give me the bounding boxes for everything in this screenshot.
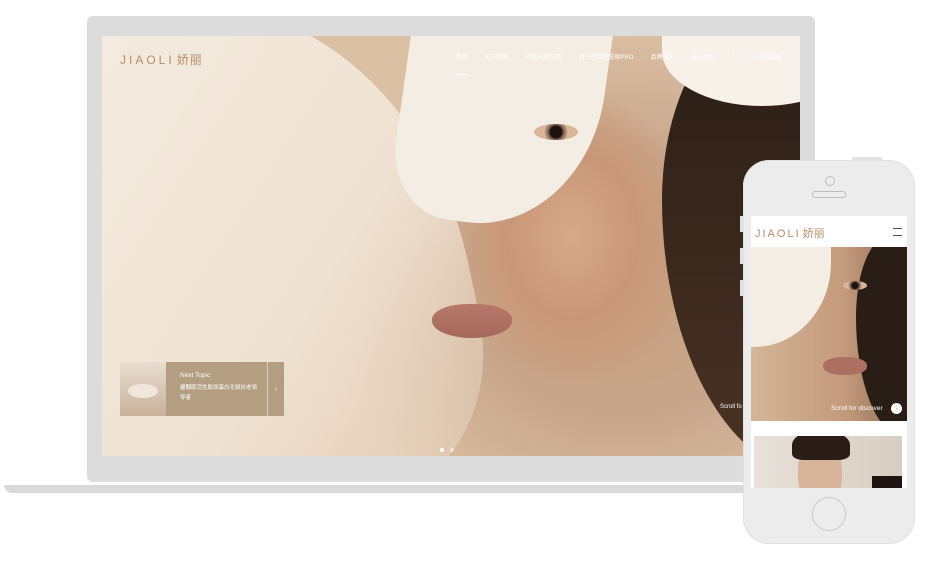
camera-icon (825, 176, 835, 186)
next-topic-arrow-icon[interactable]: › (267, 362, 284, 416)
hero-eye (534, 124, 578, 140)
hero-lips (432, 304, 512, 338)
next-topic-body: Next Topic 握翻版活性胶原蛋白无损抗老领导者 › (166, 362, 284, 416)
scroll-hint: Scroll fo (720, 404, 742, 410)
nav-item-news[interactable]: 品牌资讯 (650, 52, 674, 61)
mobile-hero-hair (856, 247, 907, 421)
mobile-hero-eye (843, 281, 867, 290)
online-store-label: 在线商城 (757, 55, 782, 61)
speaker-grille (812, 191, 846, 198)
brand-cn: 娇丽 (176, 53, 203, 67)
phone-side-button (740, 280, 744, 296)
mobile-scroll-hint: Scroll for discover (831, 405, 883, 412)
nav-separator: | (732, 52, 735, 58)
nav-item-store[interactable]: ⎔ 在线商城 (751, 52, 782, 61)
nav-item-anti-aging[interactable]: 娇丽无损抗老 (525, 52, 561, 61)
nav-item-about[interactable]: 关于娇丽 (484, 52, 508, 61)
brand-logo[interactable]: JIAOLI 娇丽 (120, 51, 203, 68)
mobile-feature-image (754, 436, 902, 488)
home-button (812, 497, 846, 531)
hamburger-menu-icon[interactable] (893, 228, 902, 236)
mobile-hero-lips (823, 357, 867, 375)
feature-shadow (872, 476, 902, 488)
slide-pager (440, 448, 454, 452)
mobile-brand-latin: JIAOLI (755, 228, 801, 240)
nav-item-collagen-pro[interactable]: 新一代活性胶原PRO (578, 52, 633, 61)
mobile-hero-image: Scroll for discover ↓ (751, 247, 907, 421)
laptop-base (4, 485, 764, 493)
nav-item-join[interactable]: 加入我们 (692, 52, 716, 61)
next-topic-description: 握翻版活性胶原蛋白无损抗老领导者 (180, 385, 258, 401)
pager-dot-2[interactable] (450, 448, 454, 452)
next-topic-card[interactable]: Next Topic 握翻版活性胶原蛋白无损抗老领导者 › (120, 362, 284, 416)
feature-hair (792, 436, 850, 460)
phone-side-button (740, 216, 744, 232)
cart-icon: ⎔ (751, 55, 758, 61)
top-navigation: JIAOLI 娇丽 首页 关于娇丽 娇丽无损抗老 新一代活性胶原PRO 品牌资讯 … (102, 36, 800, 80)
mobile-screen: JIAOLI 娇丽 Scroll for discover ↓ (751, 216, 907, 488)
nav-item-home[interactable]: 首页 (455, 52, 468, 75)
mobile-brand-logo[interactable]: JIAOLI 娇丽 (755, 225, 825, 241)
scroll-down-icon[interactable]: ↓ (891, 403, 902, 414)
desktop-screen: JIAOLI 娇丽 首页 关于娇丽 娇丽无损抗老 新一代活性胶原PRO 品牌资讯 … (102, 36, 800, 456)
next-topic-thumbnail (120, 362, 166, 416)
phone-power-button (852, 157, 882, 161)
mobile-brand-cn: 娇丽 (802, 228, 825, 240)
mobile-header: JIAOLI 娇丽 (751, 216, 907, 246)
phone-side-button (740, 248, 744, 264)
nav-menu: 首页 关于娇丽 娇丽无损抗老 新一代活性胶原PRO 品牌资讯 加入我们 | ⎔ … (455, 52, 782, 75)
brand-latin: JIAOLI (120, 53, 175, 67)
mobile-hero-fabric (751, 247, 831, 347)
pager-dot-1[interactable] (440, 448, 444, 452)
